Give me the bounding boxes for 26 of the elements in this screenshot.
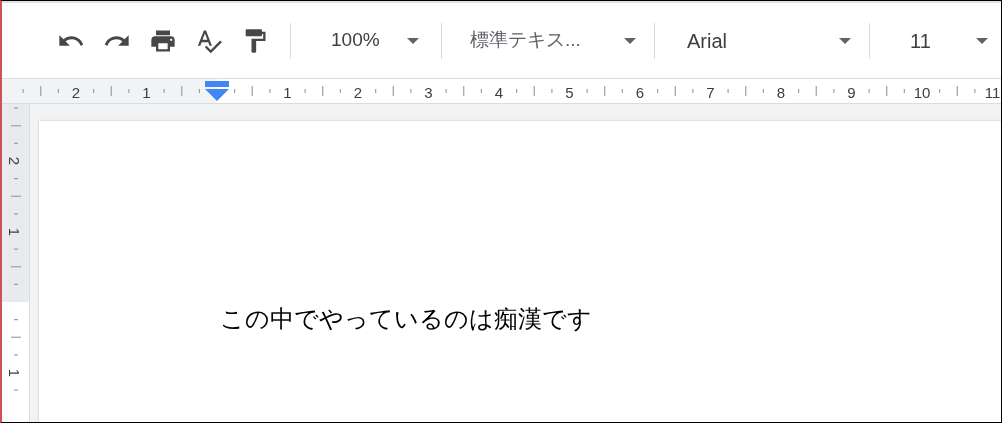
ruler-number: 8 bbox=[776, 83, 786, 103]
ruler-number: 4 bbox=[494, 83, 504, 103]
ruler-number: 7 bbox=[706, 83, 715, 103]
ruler-number: 6 bbox=[635, 83, 645, 103]
ruler-number: 10 bbox=[913, 83, 931, 103]
ruler-number: 1 bbox=[142, 83, 151, 103]
ruler-number: 2 bbox=[353, 83, 363, 103]
ruler-number: 9 bbox=[847, 83, 856, 103]
font-dropdown[interactable]: Arial bbox=[667, 25, 857, 56]
ruler-number: 1 bbox=[6, 368, 22, 377]
ruler-number: 2 bbox=[71, 83, 81, 103]
dropdown-caret-icon bbox=[839, 37, 851, 44]
ruler-number: 1 bbox=[6, 227, 22, 236]
font-size-dropdown[interactable]: 11 bbox=[882, 25, 994, 56]
document-text: この中でやっているのは痴漢です bbox=[220, 304, 593, 334]
ruler-number: 3 bbox=[424, 83, 433, 103]
dropdown-caret-icon bbox=[976, 37, 988, 44]
ruler-number: 11 bbox=[984, 83, 1001, 103]
text-style-dropdown[interactable]: 標準テキス... bbox=[454, 26, 642, 55]
dropdown-caret-icon bbox=[407, 37, 419, 44]
zoom-dropdown[interactable]: 100% bbox=[303, 26, 429, 55]
ruler-number: 1 bbox=[283, 83, 292, 103]
indent-marker-icon[interactable] bbox=[205, 81, 229, 102]
ruler-number: 5 bbox=[565, 83, 574, 103]
ruler-number: 2 bbox=[6, 156, 22, 166]
dropdown-caret-icon bbox=[624, 37, 636, 44]
